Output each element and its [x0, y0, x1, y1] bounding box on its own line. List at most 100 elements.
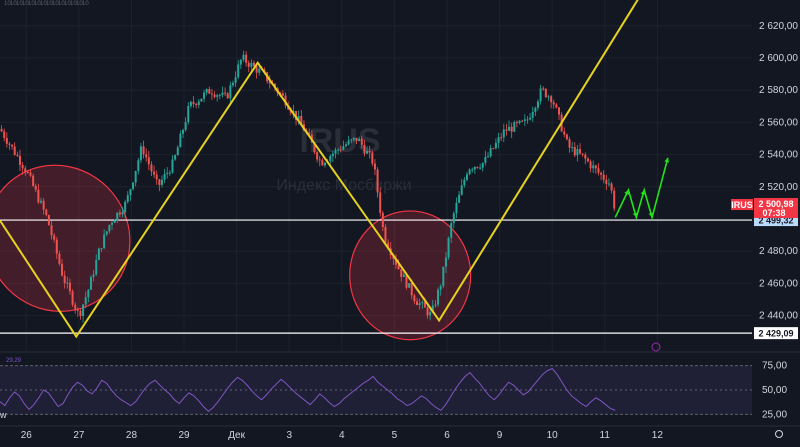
price-tick-label: 2 460,00 [759, 278, 798, 289]
time-axis-labels[interactable]: 26 27 28 29 Дек 3 4 5 6 9 10 11 12 [21, 430, 664, 441]
candle-body [337, 149, 340, 151]
candle-body [552, 102, 555, 105]
price-tick-label: 2 620,00 [759, 21, 798, 32]
candle-body [607, 183, 610, 185]
candle-body [187, 106, 190, 122]
candle-body [229, 85, 232, 99]
tiny-top-labels: 10 10 10 10 10 10 10 10 10 10 10 10 10 10 [4, 1, 89, 7]
candle-body [184, 121, 187, 130]
candle-body [439, 286, 442, 290]
price-tick-label: 2 540,00 [759, 150, 798, 161]
candle-body [489, 148, 492, 157]
candle-body [61, 263, 64, 276]
current-price-symbol: IRUS [731, 200, 753, 210]
time-tick-label[interactable]: 28 [126, 430, 138, 441]
current-price-badge[interactable]: IRUS 2 500,98 07:38 [731, 198, 798, 218]
rsi-pane[interactable]: 29,29 75,00 50,00 25,00 [0, 358, 787, 420]
candle-body [100, 248, 103, 250]
candle-body [163, 173, 166, 180]
candle-body [5, 137, 8, 144]
candle-body [129, 189, 132, 196]
time-tick-label[interactable]: 5 [392, 430, 398, 441]
candle-body [113, 220, 116, 223]
candle-body [610, 183, 613, 191]
candle-body [379, 192, 382, 213]
chart-canvas[interactable]: IRUS Индекс Мосбиржи 10 10 10 10 10 10 10 10 10 1… [0, 0, 800, 447]
price-tick-label: 2 480,00 [759, 246, 798, 257]
highlight-ellipse[interactable] [349, 210, 472, 341]
candle-body [426, 307, 429, 316]
time-tick-label[interactable]: 26 [21, 430, 33, 441]
candle-body [531, 111, 534, 118]
alert-icon[interactable] [651, 342, 661, 352]
time-tick-label[interactable]: 6 [444, 430, 450, 441]
time-tick-label[interactable]: 11 [600, 430, 611, 441]
candle-body [579, 149, 582, 154]
candle-body [479, 167, 482, 169]
candle-body [26, 171, 29, 173]
time-tick-label[interactable]: 12 [652, 430, 664, 441]
candle-body [258, 68, 261, 73]
candle-body [592, 165, 595, 169]
price-tick-label: 2 440,00 [759, 311, 798, 322]
candle-body [160, 179, 163, 185]
candle-body [534, 107, 537, 112]
candle-body [145, 154, 148, 158]
candle-body [542, 88, 545, 90]
candle-body [347, 140, 350, 145]
candle-body [37, 189, 40, 203]
candle-body [68, 282, 71, 292]
candle-body [547, 96, 550, 98]
candle-body [182, 129, 185, 134]
time-tick-label[interactable]: Дек [228, 430, 245, 441]
candle-body [18, 155, 21, 165]
candle-body [373, 163, 376, 170]
forecast-drawing[interactable] [614, 157, 670, 221]
candle-body [126, 195, 129, 202]
candle-body [473, 166, 476, 170]
candle-body [168, 172, 171, 174]
time-tick-label[interactable]: 3 [286, 430, 292, 441]
candle-body [458, 194, 461, 203]
candle-body [242, 54, 245, 60]
candle-body [442, 266, 445, 287]
price-tick-label: 2 600,00 [759, 53, 798, 64]
alert-marker[interactable] [651, 342, 661, 352]
candle-body [226, 93, 229, 99]
candle-body [224, 92, 227, 94]
candle-body [34, 185, 37, 190]
candle-body [605, 179, 608, 185]
candle-body [329, 156, 332, 162]
candle-body [586, 158, 589, 162]
candle-body [550, 96, 553, 103]
candle-body [63, 275, 66, 284]
candle-body [600, 172, 603, 175]
candle-body [492, 148, 495, 150]
candle-body [358, 138, 361, 142]
candle-body [84, 297, 87, 305]
rsi-tick-label: 75,00 [762, 361, 787, 372]
candle-body [455, 202, 458, 214]
candle-body [418, 303, 421, 306]
time-tick-label[interactable]: 4 [339, 430, 345, 441]
candle-body [376, 169, 379, 193]
ellipse-drawings[interactable] [0, 137, 472, 341]
candle-body [408, 283, 411, 288]
candle-body [384, 226, 387, 243]
candle-body [410, 283, 413, 296]
candle-body [45, 209, 48, 216]
candle-body [0, 128, 3, 132]
candle-body [613, 190, 616, 209]
time-tick-label[interactable]: 29 [178, 430, 190, 441]
forecast-path[interactable] [614, 157, 669, 221]
candle-body [355, 137, 358, 142]
candle-body [40, 200, 43, 203]
candle-body [429, 312, 432, 316]
time-tick-label[interactable]: 9 [497, 430, 503, 441]
candle-body [421, 302, 424, 304]
candle-body [316, 152, 319, 160]
time-tick-label[interactable]: 27 [73, 430, 85, 441]
candle-body [565, 134, 568, 140]
time-tick-label[interactable]: 10 [547, 430, 559, 441]
candle-body [334, 149, 337, 154]
